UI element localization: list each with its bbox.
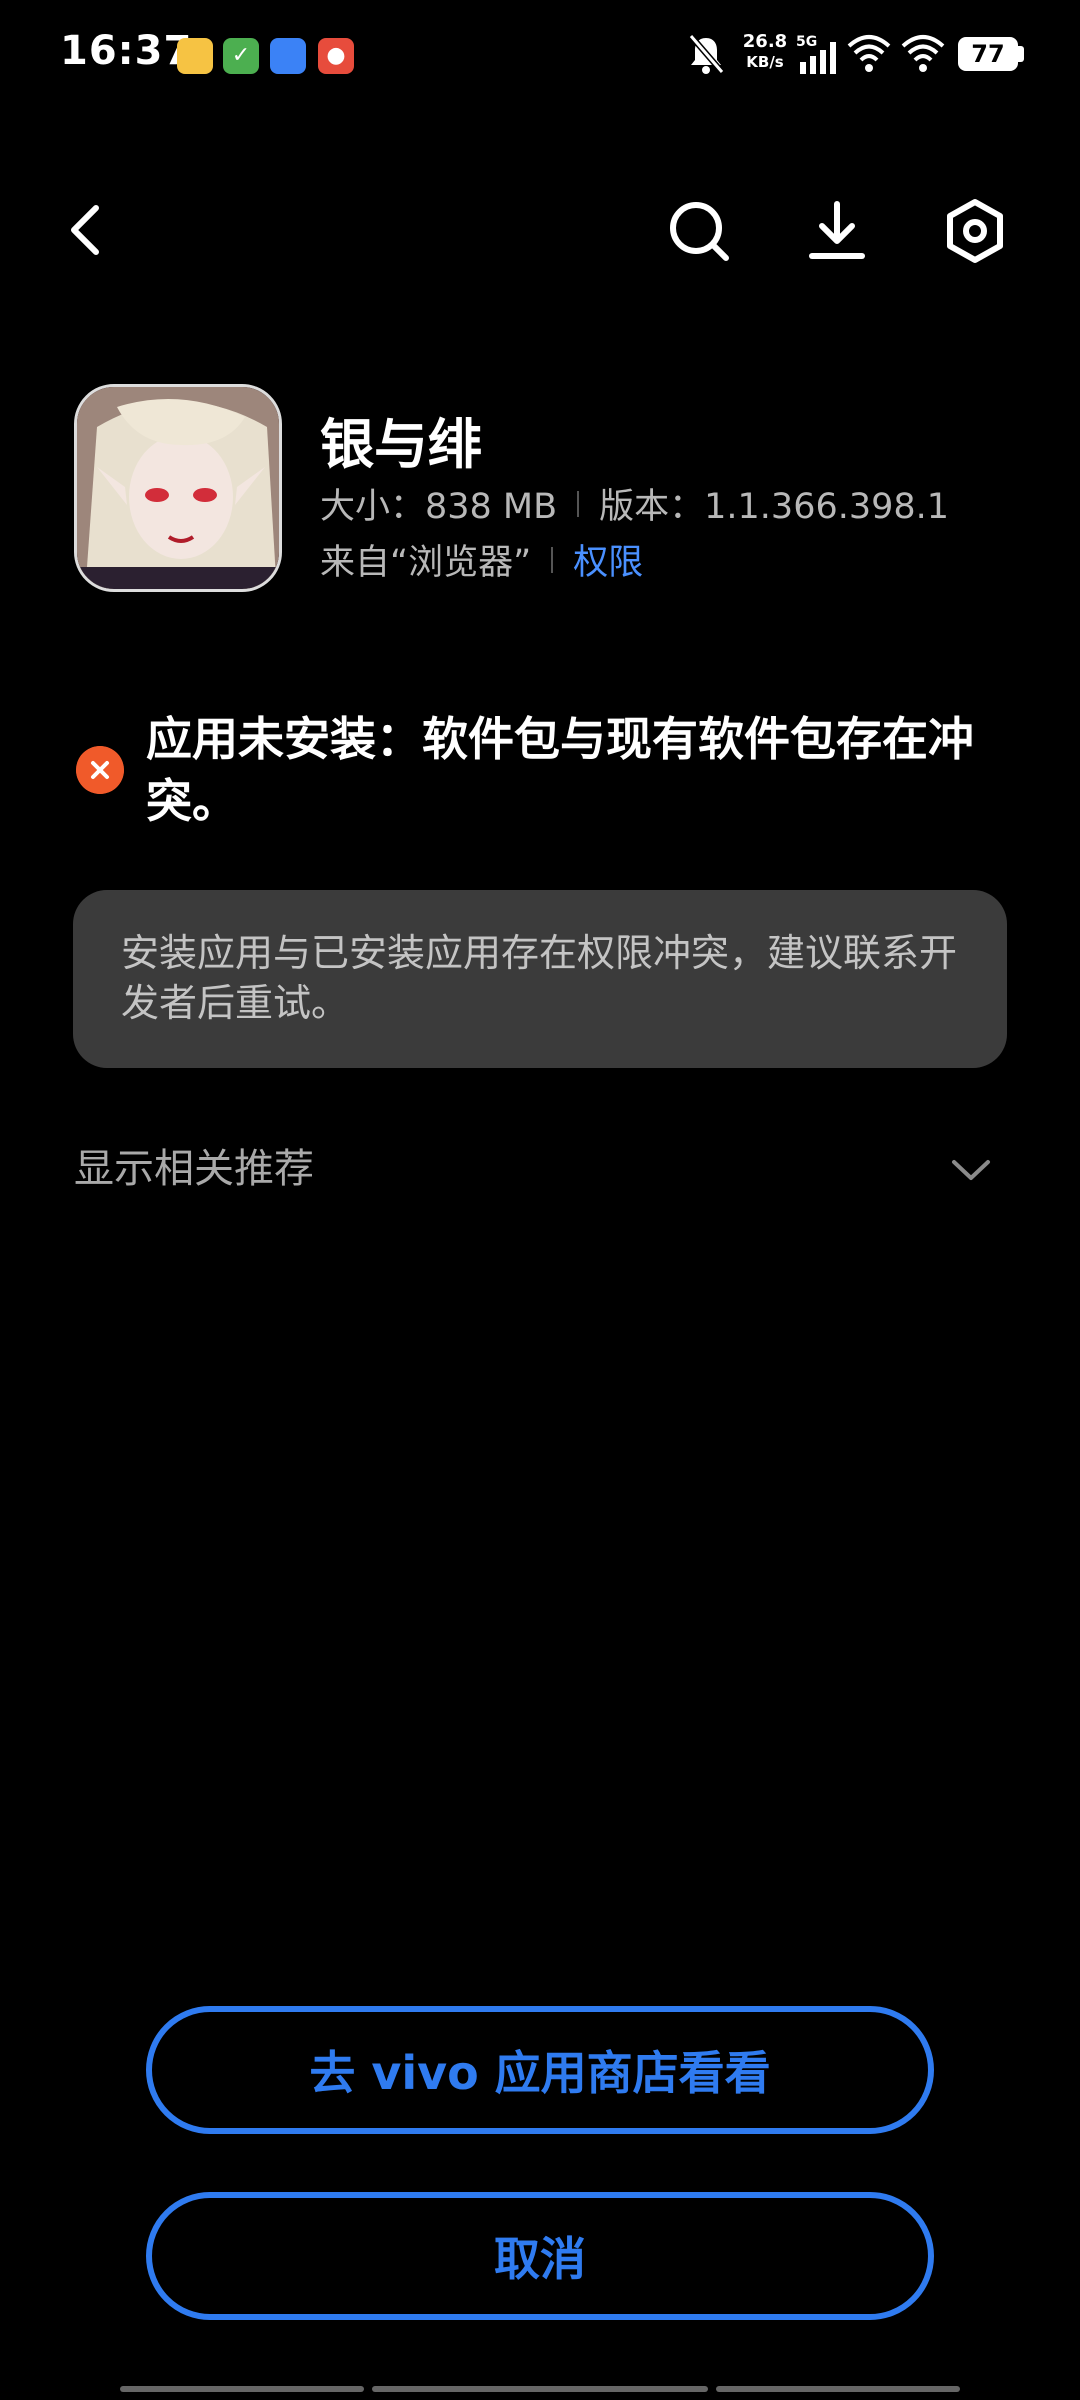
- app-meta-size-version: 大小：838 MB 版本：1.1.366.398.1: [320, 478, 949, 529]
- network-speed: 26.8 KB/s: [735, 32, 795, 72]
- meta-divider: [577, 490, 580, 517]
- app-meta-source: 来自“浏览器” 权限: [320, 534, 643, 585]
- settings-icon[interactable]: [940, 196, 1010, 266]
- cellular-signal-icon: 5G: [796, 34, 836, 74]
- chevron-down-icon[interactable]: [948, 1150, 994, 1190]
- error-close-icon: [76, 746, 124, 794]
- network-speed-unit: KB/s: [746, 53, 784, 71]
- meta-divider: [551, 546, 554, 573]
- notes-app-notification-icon: [177, 38, 213, 74]
- battery-level: 77: [958, 37, 1018, 71]
- search-icon[interactable]: [664, 196, 734, 266]
- app-source: 来自“浏览器”: [320, 543, 532, 583]
- mute-bell-icon: [688, 34, 725, 74]
- tasks-app-notification-icon: ✓: [223, 38, 259, 74]
- back-icon[interactable]: [62, 200, 112, 260]
- error-detail-text: 安装应用与已安装应用存在权限冲突，建议联系开发者后重试。: [121, 931, 958, 1025]
- cancel-button[interactable]: 取消: [146, 2192, 934, 2320]
- permissions-link[interactable]: 权限: [573, 534, 643, 585]
- download-icon[interactable]: [802, 196, 872, 266]
- show-recommendations-label[interactable]: 显示相关推荐: [74, 1136, 314, 1194]
- baidu-notification-icon: [270, 38, 306, 74]
- app-version: 版本：1.1.366.398.1: [599, 487, 950, 527]
- error-title: 应用未安装：软件包与现有软件包存在冲突。: [146, 712, 974, 828]
- nav-bar-segment-left[interactable]: [120, 2386, 364, 2392]
- error-detail-box: 安装应用与已安装应用存在权限冲突，建议联系开发者后重试。: [73, 890, 1007, 1068]
- map-notification-icon: ●: [318, 38, 354, 74]
- network-type: 5G: [796, 34, 817, 50]
- go-to-vivo-store-button[interactable]: 去 vivo 应用商店看看: [146, 2006, 934, 2134]
- nav-bar-segment-right[interactable]: [716, 2386, 960, 2392]
- status-time: 16:37: [60, 28, 193, 74]
- app-icon-artwork: [77, 387, 279, 589]
- app-icon: [74, 384, 282, 592]
- status-bar: 16:37 ✓ ● 26.8 KB/s 5G 77: [0, 0, 1080, 110]
- app-size: 大小：838 MB: [320, 487, 558, 527]
- nav-bar-segment-middle[interactable]: [372, 2386, 708, 2392]
- wifi-icon: [847, 35, 891, 72]
- network-speed-value: 26.8: [742, 31, 788, 52]
- battery-tip: [1018, 46, 1024, 62]
- app-name: 银与绯: [320, 413, 482, 476]
- wifi-secondary-icon: [901, 35, 945, 72]
